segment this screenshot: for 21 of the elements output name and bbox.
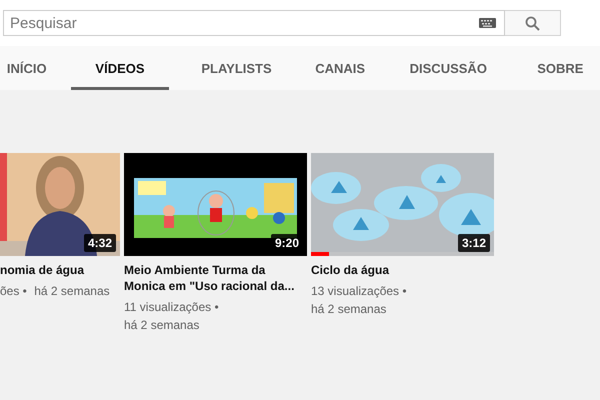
search-box[interactable]: Pesquisar <box>3 10 505 36</box>
keyboard-icon[interactable] <box>479 18 496 28</box>
video-title[interactable]: Ciclo da água <box>311 262 494 278</box>
tab[interactable]: CANAIS <box>304 46 376 90</box>
view-count: 11 visualizações • <box>124 300 219 314</box>
video-title[interactable]: nomia de água <box>0 262 120 278</box>
view-count: ões • <box>0 284 27 298</box>
video-title[interactable]: Meio Ambiente Turma da Monica em "Uso racional da... <box>124 262 307 294</box>
view-count: 13 visualizações • <box>311 284 407 298</box>
upload-age: há 2 semanas <box>34 284 110 298</box>
tab[interactable]: DISCUSSÃO <box>394 46 503 90</box>
tab[interactable]: VÍDEOS <box>71 46 169 90</box>
tab[interactable]: INÍCIO <box>0 46 54 90</box>
tab[interactable]: SOBRE <box>520 46 600 90</box>
upload-age: há 2 semanas <box>311 302 386 316</box>
duration-badge: 4:32 <box>84 234 116 252</box>
tab[interactable]: PLAYLISTS <box>186 46 287 90</box>
search-button[interactable] <box>505 10 561 36</box>
upload-age: há 2 semanas <box>124 318 200 332</box>
search-icon <box>525 16 540 30</box>
duration-badge: 3:12 <box>458 234 490 252</box>
